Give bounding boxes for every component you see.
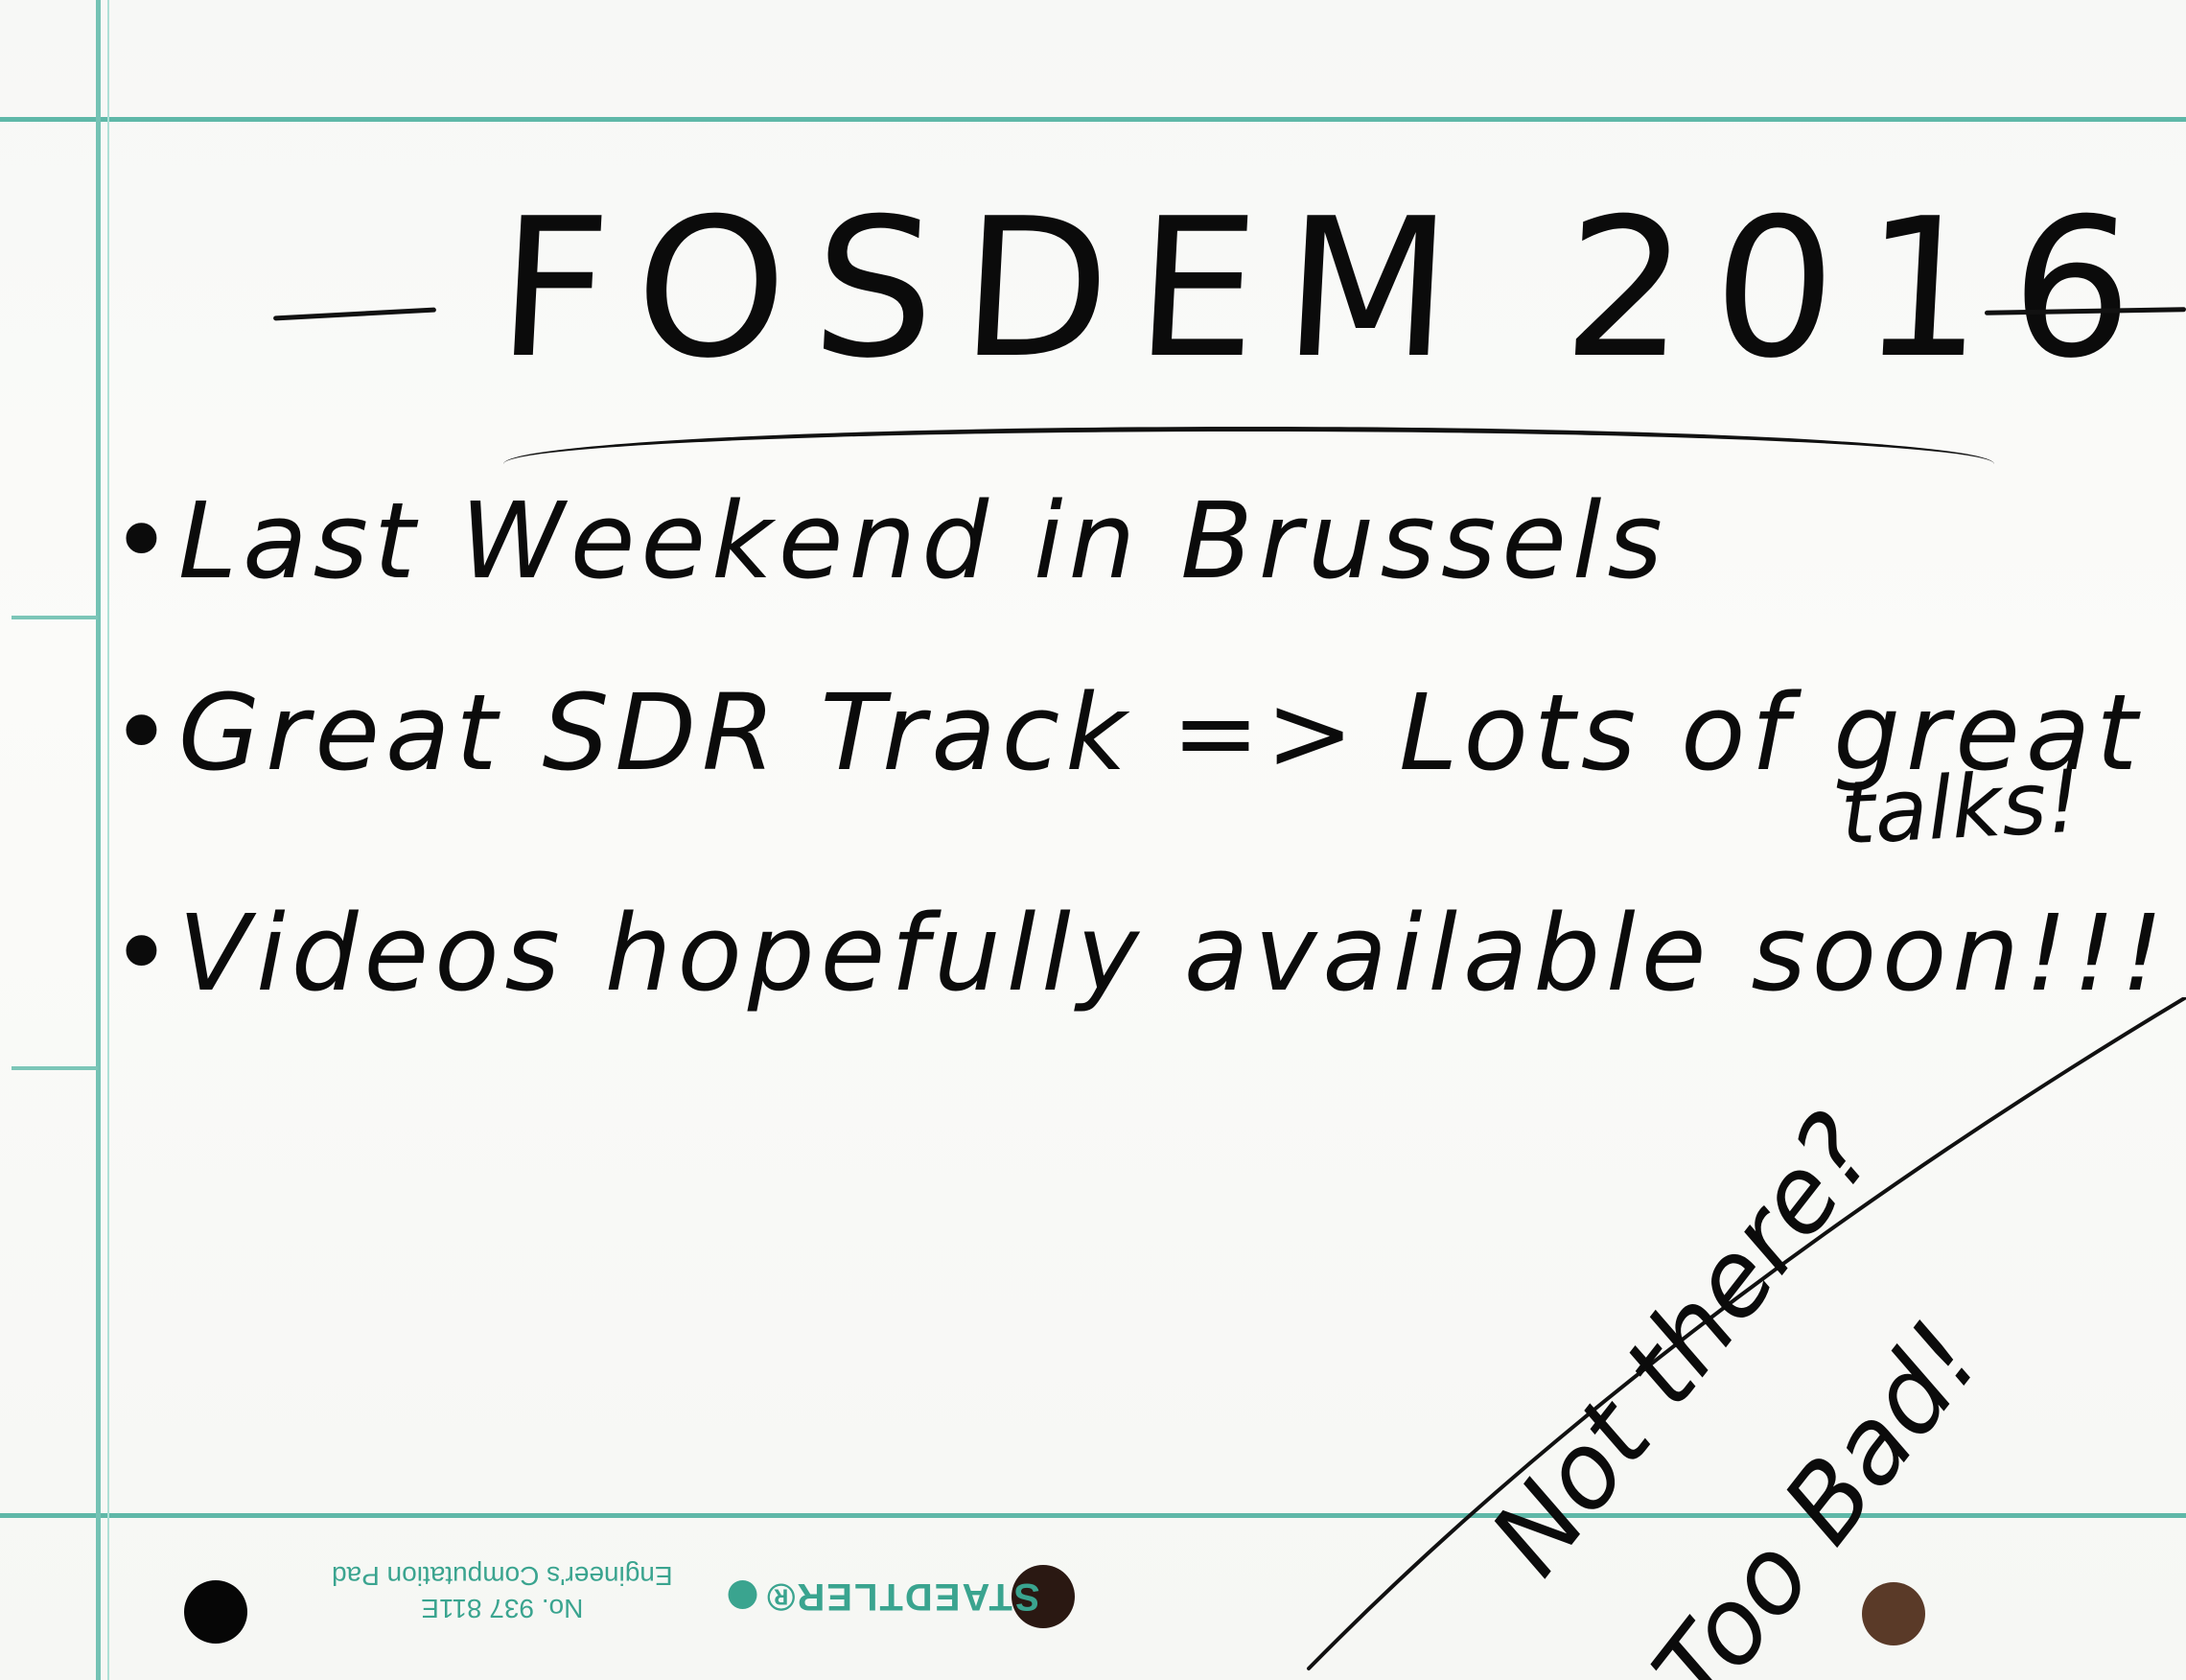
pad-product-label: No. 937 811E Engineer's Computation Pad [332,1559,673,1624]
binding-hole [184,1580,247,1644]
bullet-item: •Last Weekend in Brussels [110,479,1668,602]
grid-line-margin-secondary [107,0,109,1680]
bullet-continuation: talks! [1838,751,2084,865]
pad-product-number: No. 937 811E [421,1594,584,1623]
grid-line-top [0,117,2186,122]
bullet-item: •Videos hopefully available soon!!! [110,892,2170,1015]
title-underline [503,427,1994,464]
title-heading: FOSDEM 2016 [492,177,2167,401]
pad-brand-text: STAEDTLER® [765,1575,1040,1618]
binding-hole [1862,1582,1925,1645]
margin-tick [12,616,98,619]
computation-pad-sheet: FOSDEM 2016 •Last Weekend in Brussels •G… [0,0,2186,1680]
title-dash-left [272,307,437,321]
brand-mark-icon [729,1579,757,1609]
margin-tick [12,1066,98,1070]
pad-brand-logo: STAEDTLER® [729,1575,1040,1618]
pad-product-name: Engineer's Computation Pad [332,1561,673,1591]
grid-line-margin [96,0,101,1680]
